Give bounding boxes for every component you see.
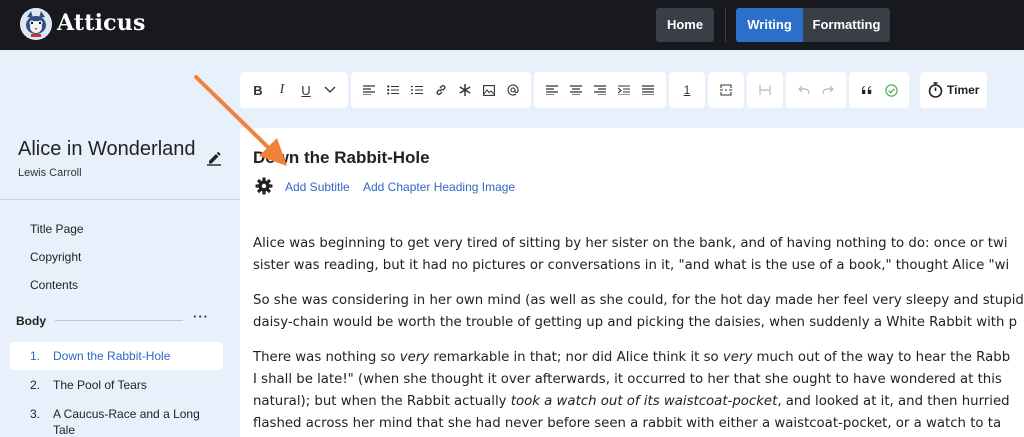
nav-home-button[interactable]: Home <box>656 8 714 42</box>
editor-toolbar: B I U 1 Timer <box>240 72 988 108</box>
writing-tab[interactable]: Writing <box>736 8 803 42</box>
timer-label: Timer <box>947 83 980 97</box>
chapter-title-line-2: Tale <box>53 423 76 437</box>
italic-run: very <box>399 350 430 365</box>
book-title: Alice in Wonderland <box>18 138 196 160</box>
history-group <box>786 72 846 108</box>
bullet-list-icon[interactable] <box>381 78 405 102</box>
atticus-logo-icon <box>20 8 52 40</box>
paragraph-3: There was nothing so very remarkable in … <box>253 347 1024 435</box>
chapter-body-text[interactable]: Alice was beginning to get very tired of… <box>253 233 1024 437</box>
text-line: So she was considering in her own mind (… <box>253 293 1024 308</box>
top-bar: Atticus Home Writing Formatting <box>0 0 1024 50</box>
sidebar-chapter-1[interactable]: 1. Down the Rabbit-Hole <box>10 342 223 370</box>
add-subtitle-link[interactable]: Add Subtitle <box>285 180 350 194</box>
text-run: natural); but when the Rabbit actually <box>253 394 511 409</box>
text-line: daisy-chain would be worth the trouble o… <box>253 315 1018 330</box>
stopwatch-icon <box>928 82 943 98</box>
more-styles-chevron-icon[interactable] <box>318 78 342 102</box>
quote-icon[interactable] <box>855 78 879 102</box>
chapter-number: 1. <box>30 349 41 363</box>
align-right-icon[interactable] <box>588 78 612 102</box>
page-break-icon[interactable] <box>714 78 738 102</box>
text-run: remarkable in that; nor did Alice think … <box>429 350 723 365</box>
asterisk-icon[interactable] <box>453 78 477 102</box>
indent-icon[interactable] <box>612 78 636 102</box>
chapter-number: 3. <box>30 407 41 421</box>
chapter-number: 2. <box>30 378 41 392</box>
link-icon[interactable] <box>429 78 453 102</box>
italic-run: very <box>722 350 753 365</box>
break-group <box>708 72 744 108</box>
align-left-icon[interactable] <box>540 78 564 102</box>
edit-book-pencil-icon[interactable] <box>206 150 222 171</box>
section-label-body: Body <box>16 314 46 328</box>
chapter-title: The Pool of Tears <box>53 378 147 392</box>
text-run: much out of the way to hear the Rabb <box>752 350 1011 365</box>
section-divider <box>55 320 183 321</box>
sidebar-chapter-3[interactable]: 3. A Caucus-Race and a Long Tale <box>10 406 223 437</box>
text-line: I shall be late!" (when she thought it o… <box>253 372 1002 387</box>
sidebar-divider <box>0 199 240 200</box>
insert-group <box>351 72 531 108</box>
text-line: flashed across her mind that she had nev… <box>253 416 1002 431</box>
formatting-tab[interactable]: Formatting <box>803 8 890 42</box>
align-group <box>534 72 666 108</box>
page-number-button[interactable]: 1 <box>675 78 699 102</box>
at-sign-icon[interactable] <box>501 78 525 102</box>
text-run: There was nothing so <box>253 350 400 365</box>
redo-icon[interactable] <box>816 78 840 102</box>
numbered-list-icon[interactable] <box>405 78 429 102</box>
text-style-group: B I U <box>240 72 348 108</box>
italic-run: took a watch out of its waistcoat-pocket <box>510 394 778 409</box>
sidebar-chapter-2[interactable]: 2. The Pool of Tears <box>10 378 223 392</box>
paragraph-2: So she was considering in her own mind (… <box>253 290 1024 334</box>
text-line: sister was reading, but it had no pictur… <box>253 258 1010 273</box>
app-name: Atticus <box>57 10 146 36</box>
text-line: There was nothing so very remarkable in … <box>253 347 1024 369</box>
mode-switch: Writing Formatting <box>736 8 890 42</box>
check-circle-icon[interactable] <box>879 78 903 102</box>
timer-button[interactable]: Timer <box>920 72 988 108</box>
text-line: natural); but when the Rabbit actually t… <box>253 391 1024 413</box>
italic-button[interactable]: I <box>270 78 294 102</box>
spacing-group <box>747 72 783 108</box>
paragraph-1: Alice was beginning to get very tired of… <box>253 233 1024 277</box>
text-run: , and looked at it, and then hurried <box>777 394 1010 409</box>
section-more-menu[interactable]: ··· <box>193 309 209 324</box>
sidebar-item-contents[interactable]: Contents <box>30 278 78 292</box>
quote-group <box>849 72 909 108</box>
align-center-icon[interactable] <box>564 78 588 102</box>
scene-break-icon[interactable] <box>753 78 777 102</box>
chapter-title: Down the Rabbit-Hole <box>53 349 171 363</box>
sidebar-item-copyright[interactable]: Copyright <box>30 250 81 264</box>
justify-icon[interactable] <box>636 78 660 102</box>
undo-icon[interactable] <box>792 78 816 102</box>
sidebar-item-title-page[interactable]: Title Page <box>30 222 84 236</box>
align-left-text-icon[interactable] <box>357 78 381 102</box>
page-group: 1 <box>669 72 705 108</box>
underline-button[interactable]: U <box>294 78 318 102</box>
text-line: Alice was beginning to get very tired of… <box>253 236 1008 251</box>
chapter-title-line-1: A Caucus-Race and a Long <box>53 407 200 421</box>
gear-icon[interactable] <box>255 177 273 200</box>
book-author: Lewis Carroll <box>18 167 82 179</box>
chapter-heading[interactable]: Down the Rabbit-Hole <box>253 148 430 168</box>
nav-divider <box>725 8 726 42</box>
chapter-title: A Caucus-Race and a Long Tale <box>53 406 200 437</box>
add-chapter-heading-image-link[interactable]: Add Chapter Heading Image <box>363 180 515 194</box>
bold-button[interactable]: B <box>246 78 270 102</box>
editor-page[interactable]: Down the Rabbit-Hole Add Subtitle Add Ch… <box>240 128 1024 437</box>
image-icon[interactable] <box>477 78 501 102</box>
